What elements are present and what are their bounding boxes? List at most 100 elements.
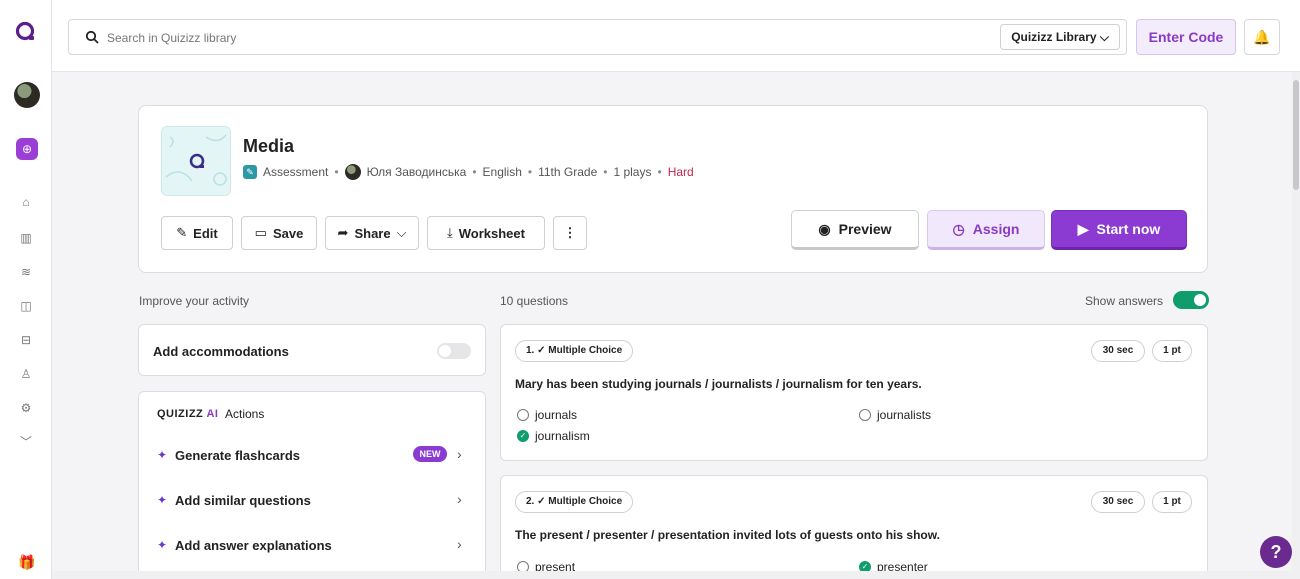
sparkle-icon: ✦	[157, 448, 168, 462]
search-bar: Quizizz Library ⌵	[68, 19, 1127, 55]
chevron-right-icon: ›	[457, 446, 462, 462]
bell-icon[interactable]: 🔔	[1244, 19, 1280, 55]
chevron-down-icon: ⌵	[396, 225, 407, 240]
answer-option: journals	[517, 408, 577, 422]
classes-icon[interactable]: ◫	[16, 296, 36, 316]
horizontal-scrollbar[interactable]	[52, 571, 1292, 579]
worksheet-button[interactable]: ⤓ Worksheet	[427, 216, 545, 250]
assign-button-label: Assign	[972, 221, 1020, 237]
ai-action-generate-flashcards[interactable]: ✦ Generate flashcards NEW ›	[139, 440, 485, 470]
sparkle-icon: ✦	[157, 538, 168, 552]
chevron-right-icon: ›	[457, 491, 462, 507]
ai-brand-prefix: QUIZIZZ	[157, 408, 204, 420]
library-select-label: Quizizz Library	[1011, 30, 1097, 44]
chevron-right-icon: ›	[457, 536, 462, 552]
question-points: 1 pt	[1152, 491, 1192, 513]
quiz-card: Media ✎ Assessment • Юля Заводинська • E…	[138, 105, 1208, 273]
quiz-grade: 11th Grade	[538, 165, 598, 179]
ai-brand-suffix: AI	[206, 408, 219, 420]
separator-dot: •	[527, 165, 533, 179]
quizizz-logo-icon[interactable]	[14, 20, 38, 44]
more-options-button[interactable]: ⋮	[553, 216, 587, 250]
start-now-button[interactable]: ▶ Start now	[1051, 210, 1187, 250]
profile-icon[interactable]: ♙	[16, 364, 36, 384]
ai-action-label: Add similar questions	[175, 493, 311, 508]
answer-option-correct: ✓ journalism	[517, 429, 590, 443]
question-count: 10 questions	[500, 294, 569, 308]
accommodations-toggle[interactable]	[437, 343, 471, 359]
accommodations-label: Add accommodations	[153, 344, 289, 359]
quiz-author[interactable]: Юля Заводинська	[367, 165, 467, 179]
ai-actions-label: Actions	[225, 407, 265, 421]
settings-icon[interactable]: ⚙	[16, 398, 36, 418]
reports-icon[interactable]: ≋	[16, 262, 36, 282]
share-button-label: Share	[354, 225, 391, 241]
save-button-label: Save	[272, 225, 304, 241]
quiz-title: Media	[243, 136, 295, 156]
download-icon: ⤓	[447, 225, 453, 240]
question-time: 30 sec	[1091, 340, 1145, 362]
quiz-thumbnail-art	[165, 134, 227, 186]
answer-option-text: journalism	[535, 429, 590, 443]
question-points: 1 pt	[1152, 340, 1192, 362]
play-icon: ▶	[1077, 220, 1089, 237]
assessment-icon: ✎	[243, 165, 257, 179]
more-vertical-icon: ⋮	[563, 225, 577, 240]
classes-board-icon[interactable]: ⊟	[16, 330, 36, 350]
question-card[interactable]: 2. ✓ Multiple Choice 30 sec 1 pt The pre…	[500, 475, 1208, 579]
vertical-scrollbar[interactable]	[1292, 72, 1300, 579]
worksheet-button-label: Worksheet	[458, 225, 525, 241]
radio-icon	[859, 409, 871, 421]
eye-icon: ◉	[818, 220, 831, 237]
preview-button-label: Preview	[838, 221, 892, 237]
edit-icon: ✎	[176, 225, 188, 240]
answer-option-text: journalists	[877, 408, 932, 422]
library-icon[interactable]: ▥	[16, 228, 36, 248]
quiz-meta: ✎ Assessment • Юля Заводинська • English…	[243, 164, 694, 180]
ai-actions-panel: QUIZIZZ AI Actions ✦ Generate flashcards…	[138, 391, 486, 579]
question-card[interactable]: 1. ✓ Multiple Choice 30 sec 1 pt Mary ha…	[500, 324, 1208, 461]
top-bar: Quizizz Library ⌵ Enter Code 🔔	[52, 0, 1300, 72]
sparkle-icon: ✦	[157, 493, 168, 507]
question-type-badge: 2. ✓ Multiple Choice	[515, 491, 634, 513]
assign-button[interactable]: ◷ Assign	[927, 210, 1045, 250]
create-icon[interactable]: ⊕	[16, 138, 38, 160]
chevron-down-icon: ⌵	[1099, 30, 1109, 44]
preview-button[interactable]: ◉ Preview	[791, 210, 919, 250]
answer-option-text: journals	[535, 408, 578, 422]
author-avatar	[344, 164, 361, 180]
accommodations-panel: Add accommodations	[138, 324, 486, 376]
explore-icon[interactable]: ⌂	[16, 192, 36, 212]
edit-button[interactable]: ✎ Edit	[161, 216, 233, 250]
ai-action-add-similar-questions[interactable]: ✦ Add similar questions ›	[139, 485, 485, 515]
search-input[interactable]	[107, 28, 987, 48]
start-now-button-label: Start now	[1096, 221, 1161, 237]
library-select[interactable]: Quizizz Library ⌵	[1000, 24, 1120, 50]
question-type-badge: 1. ✓ Multiple Choice	[515, 340, 634, 362]
quiz-plays: 1 plays	[613, 165, 652, 179]
show-answers-toggle[interactable]	[1173, 291, 1209, 309]
improve-activity-heading: Improve your activity	[139, 294, 250, 308]
quiz-difficulty: Hard	[667, 165, 694, 179]
gift-icon[interactable]: 🎁	[18, 554, 35, 571]
enter-code-button[interactable]: Enter Code	[1136, 19, 1236, 55]
new-badge: NEW	[413, 446, 447, 462]
chevron-down-icon[interactable]: ﹀	[16, 432, 36, 452]
share-button[interactable]: ➦ Share ⌵	[325, 216, 419, 250]
clock-icon: ◷	[952, 220, 965, 237]
separator-dot: •	[334, 165, 339, 179]
scrollbar-thumb[interactable]	[1293, 80, 1299, 190]
help-button[interactable]: ?	[1260, 536, 1292, 568]
quizizz-ai-logo: QUIZIZZ AI	[157, 408, 218, 420]
question-text: Mary has been studying journals / journa…	[515, 377, 922, 391]
show-answers-label: Show answers	[1085, 294, 1164, 308]
save-button[interactable]: ▭ Save	[241, 216, 317, 250]
ai-action-label: Add answer explanations	[175, 538, 332, 553]
ai-action-add-answer-explanations[interactable]: ✦ Add answer explanations ›	[139, 530, 485, 560]
answer-option: journalists	[859, 408, 931, 422]
radio-icon	[517, 409, 529, 421]
separator-dot: •	[657, 165, 662, 179]
edit-button-label: Edit	[193, 225, 218, 241]
quiz-subject: English	[482, 165, 522, 179]
avatar[interactable]	[14, 82, 40, 108]
